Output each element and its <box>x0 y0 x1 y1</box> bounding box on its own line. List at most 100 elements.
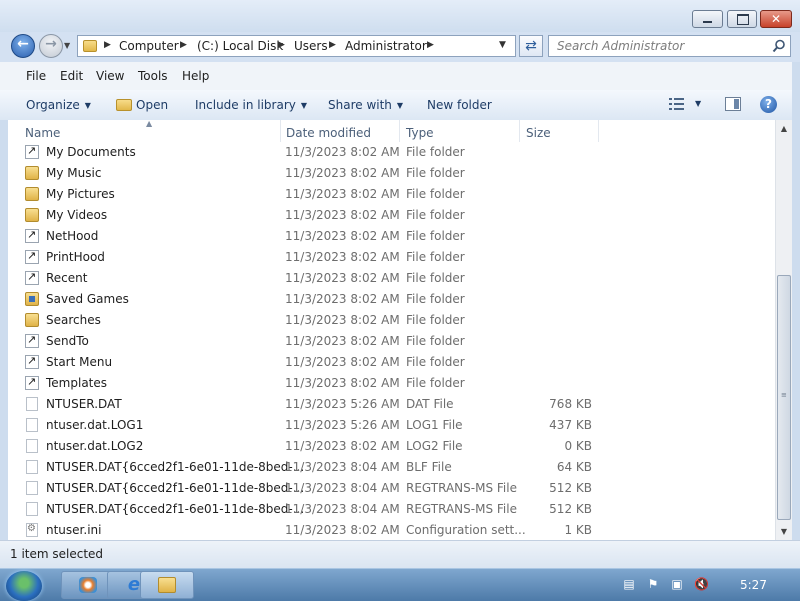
file-date-modified: 11/3/2023 8:02 AM <box>285 355 400 369</box>
recent-pages-dropdown-icon[interactable]: ▼ <box>64 41 70 50</box>
close-icon: ✕ <box>770 12 782 26</box>
sort-arrow-icon: ▲ <box>146 120 153 128</box>
menu-tools[interactable]: Tools <box>138 69 168 83</box>
file-row[interactable]: My Music 11/3/2023 8:02 AM File folder <box>8 163 775 184</box>
file-type: REGTRANS-MS File <box>406 502 517 516</box>
shortcut-folder-icon <box>25 333 39 348</box>
vertical-scrollbar[interactable]: ▲ ≡ ▼ <box>775 120 792 540</box>
clock[interactable]: 5:27 <box>740 578 767 592</box>
column-name[interactable]: Name <box>25 126 60 140</box>
new-folder-button[interactable]: New folder <box>427 98 492 112</box>
column-divider[interactable] <box>280 120 281 142</box>
menu-view[interactable]: View <box>96 69 124 83</box>
file-row[interactable]: Searches 11/3/2023 8:02 AM File folder <box>8 310 775 331</box>
breadcrumb-separator-icon[interactable]: ▶ <box>104 40 111 50</box>
open-button[interactable]: Open <box>116 98 168 112</box>
search-input[interactable] <box>549 36 777 56</box>
views-dropdown-icon[interactable]: ▼ <box>695 99 701 108</box>
breadcrumb-separator-icon[interactable]: ▶ <box>329 40 336 50</box>
file-icon <box>26 481 38 495</box>
help-icon[interactable]: ? <box>760 96 777 113</box>
file-icon <box>26 397 38 411</box>
column-divider[interactable] <box>519 120 520 142</box>
menu-file[interactable]: File <box>26 69 46 83</box>
column-divider[interactable] <box>598 120 599 142</box>
action-center-flag-icon[interactable]: ⚑ <box>646 577 660 591</box>
file-row[interactable]: ntuser.dat.LOG1 11/3/2023 5:26 AM LOG1 Fil… <box>8 415 775 436</box>
file-row[interactable]: PrintHood 11/3/2023 8:02 AM File folder <box>8 247 775 268</box>
file-name: ntuser.dat.LOG2 <box>46 439 144 453</box>
file-row[interactable]: Recent 11/3/2023 8:02 AM File folder <box>8 268 775 289</box>
maximize-icon <box>737 14 749 25</box>
file-row[interactable]: SendTo 11/3/2023 8:02 AM File folder <box>8 331 775 352</box>
file-name: Start Menu <box>46 355 113 369</box>
file-type: File folder <box>406 376 465 390</box>
scroll-down-arrow-icon[interactable]: ▼ <box>776 523 792 540</box>
breadcrumb-computer[interactable]: Computer <box>119 39 179 53</box>
menu-help[interactable]: Help <box>182 69 209 83</box>
file-name: Saved Games <box>46 292 129 306</box>
breadcrumb-separator-icon[interactable]: ▶ <box>278 40 285 50</box>
search-icon[interactable] <box>772 39 786 53</box>
shortcut-folder-icon <box>25 144 39 159</box>
include-label: Include in library <box>195 98 296 112</box>
share-with-button[interactable]: Share with ▼ <box>328 98 403 112</box>
column-size[interactable]: Size <box>526 126 551 140</box>
menu-edit[interactable]: Edit <box>60 69 83 83</box>
scrollbar-thumb[interactable]: ≡ <box>777 275 791 520</box>
file-row[interactable]: NTUSER.DAT{6cced2f1-6e01-11de-8bed-... 11… <box>8 499 775 520</box>
file-name: Templates <box>46 376 108 390</box>
file-row[interactable]: Templates 11/3/2023 8:02 AM File folder <box>8 373 775 394</box>
column-date-modified[interactable]: Date modified <box>286 126 371 140</box>
file-row[interactable]: My Videos 11/3/2023 8:02 AM File folder <box>8 205 775 226</box>
file-type: File folder <box>406 145 465 159</box>
folder-icon <box>83 40 97 52</box>
breadcrumb-users[interactable]: Users <box>294 39 328 53</box>
file-row[interactable]: My Pictures 11/3/2023 8:02 AM File folder <box>8 184 775 205</box>
breadcrumb-local-disk[interactable]: (C:) Local Disk <box>197 39 283 53</box>
forward-button[interactable]: → <box>39 34 63 58</box>
volume-muted-icon[interactable]: 🔇 <box>694 577 709 591</box>
file-row[interactable]: Start Menu 11/3/2023 8:02 AM File folder <box>8 352 775 373</box>
file-icon <box>26 439 38 453</box>
file-row[interactable]: My Documents 11/3/2023 8:02 AM File folder <box>8 142 775 163</box>
network-icon[interactable]: ▣ <box>670 577 684 591</box>
column-divider[interactable] <box>399 120 400 142</box>
refresh-button[interactable]: ⇄ <box>519 35 543 57</box>
file-row[interactable]: NTUSER.DAT 11/3/2023 5:26 AM DAT File 768 K… <box>8 394 775 415</box>
minimize-button[interactable] <box>692 10 723 28</box>
notification-doc-icon[interactable]: ▤ <box>622 577 636 591</box>
start-button[interactable] <box>6 571 42 601</box>
file-type: BLF File <box>406 460 452 474</box>
column-type[interactable]: Type <box>406 126 434 140</box>
file-date-modified: 11/3/2023 8:02 AM <box>285 187 400 201</box>
window-frame <box>0 120 8 540</box>
file-date-modified: 11/3/2023 8:04 AM <box>285 481 400 495</box>
taskbar-windows-explorer[interactable] <box>140 571 194 599</box>
change-view-icon[interactable] <box>669 97 685 111</box>
file-row[interactable]: ntuser.ini 11/3/2023 8:02 AM Configuration… <box>8 520 775 540</box>
close-button[interactable]: ✕ <box>760 10 792 28</box>
maximize-button[interactable] <box>727 10 757 28</box>
breadcrumb-separator-icon[interactable]: ▶ <box>180 40 187 50</box>
preview-pane-icon[interactable] <box>725 97 741 111</box>
address-history-dropdown-icon[interactable]: ▼ <box>499 40 506 50</box>
file-row[interactable]: Saved Games 11/3/2023 8:02 AM File folder <box>8 289 775 310</box>
breadcrumb-administrator[interactable]: Administrator <box>345 39 427 53</box>
file-date-modified: 11/3/2023 8:02 AM <box>285 523 400 537</box>
file-name: NTUSER.DAT{6cced2f1-6e01-11de-8bed-... <box>46 502 305 516</box>
breadcrumb-separator-icon[interactable]: ▶ <box>427 40 434 50</box>
file-row[interactable]: NTUSER.DAT{6cced2f1-6e01-11de-8bed-... 11… <box>8 457 775 478</box>
file-name: NetHood <box>46 229 99 243</box>
back-button[interactable]: ← <box>11 34 35 58</box>
file-row[interactable]: NetHood 11/3/2023 8:02 AM File folder <box>8 226 775 247</box>
search-box[interactable] <box>548 35 791 57</box>
file-row[interactable]: ntuser.dat.LOG2 11/3/2023 8:02 AM LOG2 Fil… <box>8 436 775 457</box>
file-name: My Documents <box>46 145 136 159</box>
file-row[interactable]: NTUSER.DAT{6cced2f1-6e01-11de-8bed-... 11… <box>8 478 775 499</box>
address-bar[interactable]: ▶ Computer ▶ (C:) Local Disk ▶ Users ▶ A… <box>77 35 516 57</box>
file-type: LOG2 File <box>406 439 463 453</box>
organize-button[interactable]: Organize ▼ <box>26 98 91 112</box>
include-in-library-button[interactable]: Include in library ▼ <box>195 98 307 112</box>
scroll-up-arrow-icon[interactable]: ▲ <box>776 120 792 137</box>
